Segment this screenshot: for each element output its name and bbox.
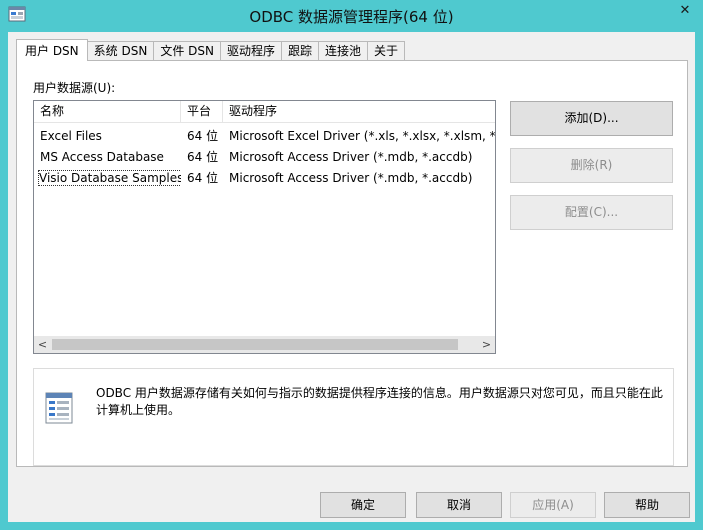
configure-button[interactable]: 配置(C)... [510, 195, 673, 230]
scroll-thumb[interactable] [52, 339, 458, 350]
tab-drivers[interactable]: 驱动程序 [220, 41, 282, 60]
row-platform: 64 位 [187, 171, 219, 185]
help-button[interactable]: 帮助 [604, 492, 690, 518]
list-row[interactable]: MS Access Database 64 位 Microsoft Access… [34, 147, 495, 168]
column-header-name[interactable]: 名称 [34, 101, 181, 122]
cancel-button[interactable]: 取消 [416, 492, 502, 518]
ok-button[interactable]: 确定 [320, 492, 406, 518]
close-button[interactable]: ✕ [669, 0, 701, 22]
row-name: Excel Files [40, 129, 102, 143]
row-driver: Microsoft Access Driver (*.mdb, *.accdb) [229, 150, 473, 164]
tab-strip: 用户 DSN 系统 DSN 文件 DSN 驱动程序 跟踪 连接池 关于 [16, 39, 406, 61]
info-description: ODBC 用户数据源存储有关如何与指示的数据提供程序连接的信息。用户数据源只对您… [96, 386, 663, 417]
column-header-driver[interactable]: 驱动程序 [223, 101, 495, 122]
row-name-text: Visio Database Samples [37, 170, 181, 186]
user-data-sources-list[interactable]: 名称 平台 驱动程序 Excel Files 64 位 Microsoft Ex… [33, 100, 496, 354]
list-header: 名称 平台 驱动程序 [34, 101, 495, 123]
row-platform: 64 位 [187, 129, 219, 143]
row-name: Visio Database Samples [34, 168, 181, 189]
tab-about[interactable]: 关于 [368, 41, 406, 60]
user-data-sources-label: 用户数据源(U): [33, 81, 116, 95]
row-driver: Microsoft Excel Driver (*.xls, *.xlsx, *… [229, 129, 495, 143]
tab-connection-pooling[interactable]: 连接池 [319, 41, 369, 60]
tab-tracing[interactable]: 跟踪 [281, 41, 319, 60]
list-row[interactable]: Visio Database Samples 64 位 Microsoft Ac… [34, 168, 495, 189]
title-bar[interactable]: ODBC 数据源管理程序(64 位) ✕ [0, 0, 703, 32]
scroll-left-icon[interactable]: < [34, 336, 51, 353]
horizontal-scrollbar[interactable]: < > [34, 336, 495, 353]
window-title: ODBC 数据源管理程序(64 位) [249, 8, 454, 26]
remove-button[interactable]: 删除(R) [510, 148, 673, 183]
row-name: MS Access Database [40, 150, 164, 164]
tab-system-dsn[interactable]: 系统 DSN [87, 41, 155, 60]
scroll-right-icon[interactable]: > [478, 336, 495, 353]
column-header-platform[interactable]: 平台 [181, 101, 223, 122]
tab-file-dsn[interactable]: 文件 DSN [154, 41, 221, 60]
apply-button[interactable]: 应用(A) [510, 492, 596, 518]
row-driver: Microsoft Access Driver (*.mdb, *.accdb) [229, 171, 473, 185]
info-box: ODBC 用户数据源存储有关如何与指示的数据提供程序连接的信息。用户数据源只对您… [33, 368, 674, 466]
odbc-admin-window: ODBC 数据源管理程序(64 位) ✕ 用户 DSN 系统 DSN 文件 DS… [0, 0, 703, 530]
list-row[interactable]: Excel Files 64 位 Microsoft Excel Driver … [34, 126, 495, 147]
tab-user-dsn[interactable]: 用户 DSN [16, 39, 88, 61]
add-button[interactable]: 添加(D)... [510, 101, 673, 136]
data-source-info-icon [45, 392, 73, 424]
user-dsn-panel: 用户数据源(U): 名称 平台 驱动程序 Excel Files 64 位 Mi… [16, 60, 688, 467]
dialog-client: 用户 DSN 系统 DSN 文件 DSN 驱动程序 跟踪 连接池 关于 用户数据… [8, 32, 695, 522]
row-platform: 64 位 [187, 150, 219, 164]
